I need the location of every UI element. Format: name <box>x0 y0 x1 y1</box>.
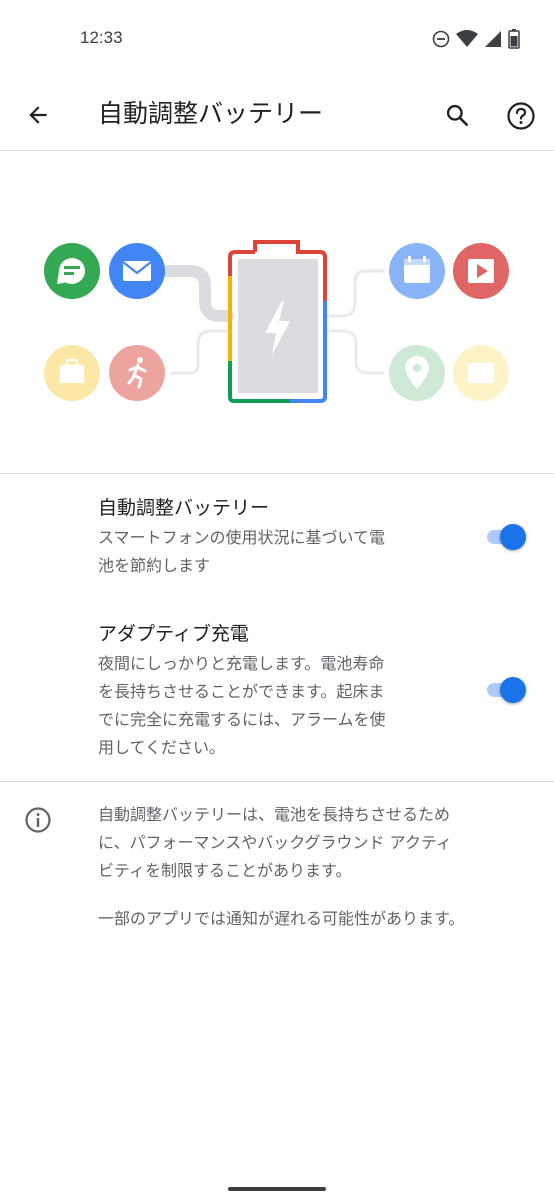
search-icon <box>446 104 469 127</box>
battery-illustration <box>228 240 327 403</box>
adaptive-charging-toggle[interactable] <box>485 674 529 704</box>
search-button[interactable] <box>437 95 477 135</box>
setting-summary: 夜間にしっかりと充電します。電池寿命 を長持ちさせることができます。起床ま でに… <box>98 650 458 762</box>
adaptive-battery-toggle[interactable] <box>485 521 529 551</box>
info-line: に、パフォーマンスやバックグラウンド アクティ <box>98 833 452 852</box>
setting-adaptive-charging[interactable]: アダプティブ充電 夜間にしっかりと充電します。電池寿命 を長持ちさせることができ… <box>98 620 458 762</box>
back-button[interactable] <box>18 95 58 135</box>
summary-line: 池を節約します <box>98 556 211 575</box>
gesture-nav-handle[interactable] <box>228 1187 326 1191</box>
mail-icon <box>109 243 165 299</box>
divider <box>0 781 554 782</box>
setting-title: アダプティブ充電 <box>98 623 249 645</box>
folder-icon <box>453 345 509 401</box>
info-footer: 自動調整バッテリーは、電池を長持ちさせるため に、パフォーマンスやバックグラウン… <box>98 801 528 953</box>
wifi-icon <box>456 30 478 47</box>
summary-line: を長持ちさせることができます。起床ま <box>98 682 385 701</box>
status-icons <box>432 27 520 51</box>
battery-icon <box>508 29 520 49</box>
info-paragraph: 自動調整バッテリーは、電池を長持ちさせるため に、パフォーマンスやバックグラウン… <box>98 801 528 885</box>
summary-line: でに完全に充電するには、アラームを使 <box>98 710 386 729</box>
page-title: 自動調整バッテリー <box>98 99 324 128</box>
map-pin-icon <box>389 345 445 401</box>
status-bar: 12:33 <box>0 0 554 80</box>
info-icon <box>25 807 51 833</box>
adaptive-battery-illustration <box>0 151 554 473</box>
briefcase-icon <box>44 345 100 401</box>
status-time: 12:33 <box>80 28 123 47</box>
setting-summary: スマートフォンの使用状況に基づいて電 池を節約します <box>98 524 458 580</box>
divider <box>0 473 554 474</box>
toggle-thumb <box>500 524 526 550</box>
summary-line: 夜間にしっかりと充電します。電池寿命 <box>98 654 385 673</box>
play-video-icon <box>453 243 509 299</box>
running-person-icon <box>109 345 165 401</box>
help-icon <box>507 102 535 130</box>
app-bar: 自動調整バッテリー <box>0 80 554 151</box>
do-not-disturb-icon <box>432 30 450 48</box>
calendar-icon <box>389 243 445 299</box>
info-paragraph: 一部のアプリでは通知が遅れる可能性があります。 <box>98 909 465 928</box>
setting-adaptive-battery[interactable]: 自動調整バッテリー スマートフォンの使用状況に基づいて電 池を節約します <box>98 494 458 580</box>
summary-line: スマートフォンの使用状況に基づいて電 <box>98 528 386 547</box>
back-arrow-icon <box>29 106 47 124</box>
info-line: 自動調整バッテリーは、電池を長持ちさせるため <box>98 805 451 824</box>
toggle-thumb <box>500 677 526 703</box>
help-button[interactable] <box>500 95 542 137</box>
summary-line: 用してください。 <box>98 738 226 757</box>
message-icon <box>44 243 100 299</box>
setting-title: 自動調整バッテリー <box>98 497 270 519</box>
cell-signal-icon <box>485 31 501 47</box>
info-line: ビティを制限することがあります。 <box>98 861 352 880</box>
